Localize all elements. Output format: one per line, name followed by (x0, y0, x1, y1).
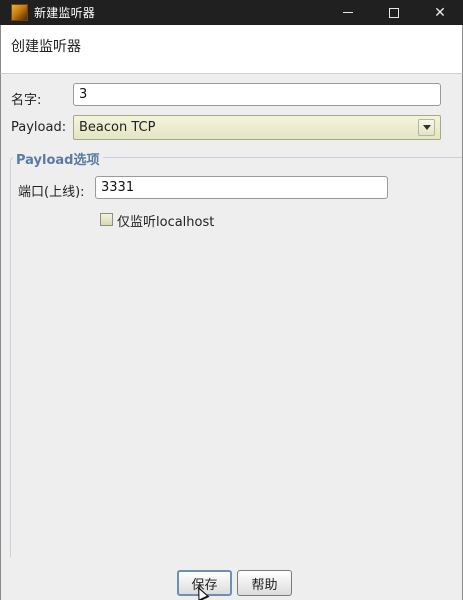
dialog-header: 创建监听器 (0, 25, 463, 73)
payload-options-legend: Payload选项 (13, 149, 103, 168)
title-bar: 新建监听器 ✕ (0, 0, 463, 25)
port-label: 端口(上线): (18, 185, 85, 200)
payload-label: Payload: (11, 120, 67, 135)
localhost-checkbox[interactable] (100, 213, 113, 226)
form-panel: 名字: Payload: Beacon TCP Payload选项 端口(上线)… (0, 73, 463, 565)
close-icon: ✕ (434, 4, 446, 21)
name-label: 名字: (11, 93, 42, 108)
close-button[interactable]: ✕ (417, 0, 463, 25)
minimize-button[interactable] (325, 0, 371, 25)
name-input[interactable] (73, 83, 441, 106)
chevron-down-icon[interactable] (418, 119, 435, 136)
maximize-button[interactable] (371, 0, 417, 25)
window-title: 新建监听器 (34, 6, 96, 20)
payload-select[interactable]: Beacon TCP (73, 115, 441, 140)
port-input[interactable] (95, 176, 388, 199)
help-button[interactable]: 帮助 (237, 570, 292, 596)
maximize-icon (389, 7, 399, 18)
button-bar: 保存 帮助 (0, 565, 463, 600)
payload-options-group (10, 157, 462, 557)
app-icon (11, 4, 28, 21)
payload-select-value: Beacon TCP (79, 120, 156, 135)
localhost-label[interactable]: 仅监听localhost (117, 211, 214, 230)
minimize-icon (343, 12, 353, 13)
dialog-heading: 创建监听器 (11, 39, 81, 55)
